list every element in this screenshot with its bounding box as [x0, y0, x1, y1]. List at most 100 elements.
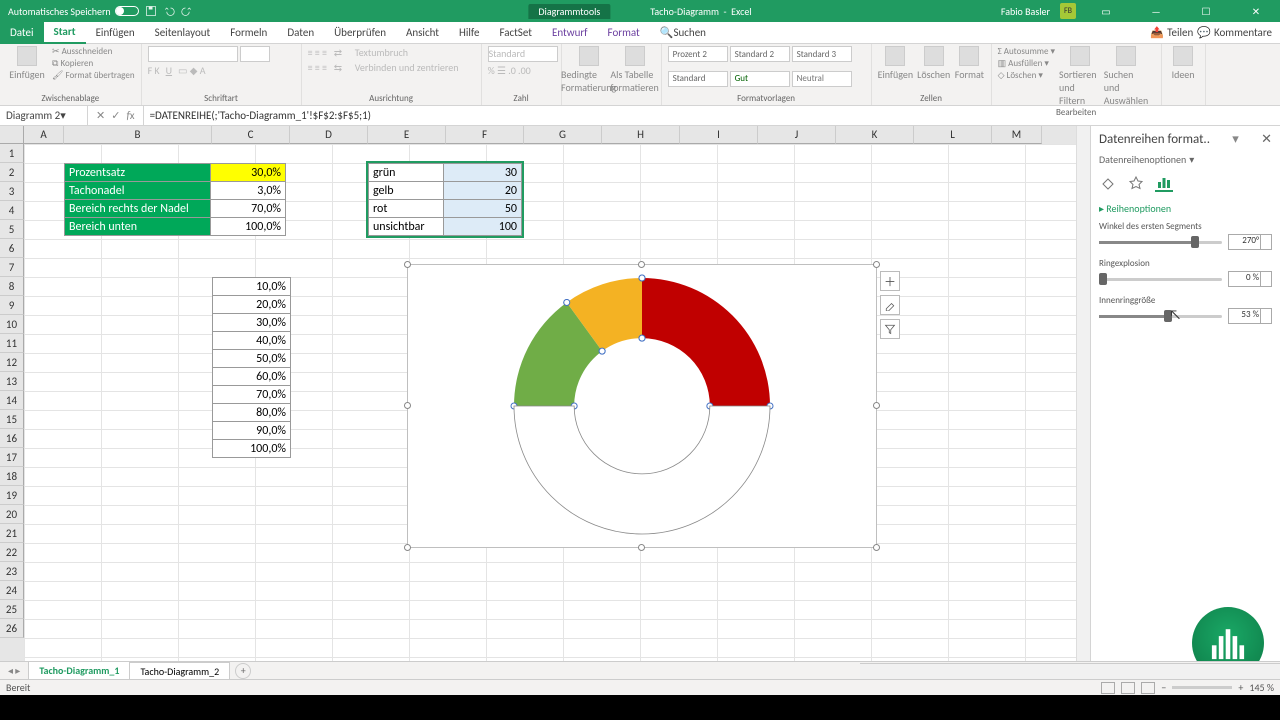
- row-header[interactable]: 10: [0, 315, 24, 334]
- row-header[interactable]: 16: [0, 429, 24, 448]
- series-options-icon[interactable]: [1155, 174, 1173, 192]
- format-cells[interactable]: Format: [954, 46, 984, 81]
- col-header[interactable]: K: [836, 126, 914, 144]
- donut-slice-rot[interactable]: [642, 278, 770, 406]
- explosion-input[interactable]: 0 %: [1228, 271, 1272, 287]
- zoom-in[interactable]: +: [1238, 681, 1243, 694]
- undo-icon[interactable]: [163, 5, 175, 17]
- row-header[interactable]: 9: [0, 296, 24, 315]
- explosion-slider[interactable]: [1099, 278, 1222, 281]
- format-painter[interactable]: 🖌 Format übertragen: [52, 70, 135, 81]
- row-header[interactable]: 24: [0, 581, 24, 600]
- col-header[interactable]: A: [24, 126, 64, 144]
- hole-slider[interactable]: [1099, 315, 1222, 318]
- percent-table[interactable]: Prozentsatz30,0%Tachonadel3,0%Bereich re…: [64, 163, 286, 236]
- col-header[interactable]: B: [64, 126, 212, 144]
- angle-slider[interactable]: [1099, 241, 1222, 244]
- col-header[interactable]: E: [368, 126, 446, 144]
- row-header[interactable]: 20: [0, 505, 24, 524]
- find-select[interactable]: Suchen und Auswählen: [1105, 46, 1147, 107]
- close-icon[interactable]: ✕: [1236, 0, 1276, 22]
- pane-subtitle[interactable]: Datenreihenoptionen ▾: [1099, 153, 1272, 166]
- tab-factset[interactable]: FactSet: [489, 22, 542, 44]
- enter-formula-icon[interactable]: ✓: [111, 109, 120, 122]
- maximize-icon[interactable]: ☐: [1186, 0, 1226, 22]
- ribbon-mode-icon[interactable]: ▭: [1086, 0, 1126, 22]
- chart-elements-button[interactable]: ＋: [880, 271, 900, 291]
- row-header[interactable]: 2: [0, 163, 24, 182]
- col-header[interactable]: C: [212, 126, 290, 144]
- donut-slice-unsichtbar[interactable]: [514, 406, 770, 534]
- chart-object[interactable]: ＋: [407, 264, 877, 548]
- row-header[interactable]: 25: [0, 600, 24, 619]
- row-header[interactable]: 4: [0, 201, 24, 220]
- row-header[interactable]: 15: [0, 410, 24, 429]
- font-select[interactable]: [148, 46, 238, 62]
- minimize-icon[interactable]: —: [1136, 0, 1176, 22]
- row-header[interactable]: 21: [0, 524, 24, 543]
- col-header[interactable]: H: [602, 126, 680, 144]
- row-header[interactable]: 11: [0, 334, 24, 353]
- col-header[interactable]: D: [290, 126, 368, 144]
- col-header[interactable]: G: [524, 126, 602, 144]
- sort-filter[interactable]: Sortieren und Filtern: [1059, 46, 1101, 107]
- tab-view[interactable]: Ansicht: [396, 22, 449, 44]
- fill[interactable]: ▥ Ausfüllen ▾: [998, 58, 1055, 69]
- fx-icon[interactable]: fx: [126, 109, 134, 122]
- col-header[interactable]: L: [914, 126, 992, 144]
- row-header[interactable]: 3: [0, 182, 24, 201]
- col-header[interactable]: M: [992, 126, 1042, 144]
- tab-start[interactable]: Start: [44, 22, 86, 44]
- zoom-out[interactable]: −: [1161, 681, 1166, 694]
- save-icon[interactable]: [145, 5, 157, 17]
- view-layout-icon[interactable]: [1121, 682, 1135, 694]
- chart-styles-button[interactable]: [880, 295, 900, 315]
- row-header[interactable]: 22: [0, 543, 24, 562]
- paste-button[interactable]: Einfügen: [6, 46, 48, 81]
- row-header[interactable]: 23: [0, 562, 24, 581]
- user-avatar[interactable]: FB: [1060, 3, 1076, 19]
- tab-file[interactable]: Datei: [0, 22, 44, 44]
- number-format[interactable]: Standard: [488, 46, 558, 62]
- cancel-formula-icon[interactable]: ✕: [96, 109, 105, 122]
- name-box[interactable]: Diagramm 2 ▾: [0, 106, 88, 125]
- row-header[interactable]: 26: [0, 619, 24, 638]
- color-table[interactable]: grün30gelb20rot50unsichtbar100: [368, 163, 522, 236]
- row-header[interactable]: 5: [0, 220, 24, 239]
- select-all-corner[interactable]: [0, 126, 24, 144]
- ideas[interactable]: Ideen: [1168, 46, 1199, 81]
- add-sheet-button[interactable]: +: [235, 663, 251, 679]
- tab-formulas[interactable]: Formeln: [220, 22, 277, 44]
- sheet-tab[interactable]: Tacho-Diagramm_2: [129, 662, 230, 680]
- row-header[interactable]: 14: [0, 391, 24, 410]
- tab-data[interactable]: Daten: [277, 22, 324, 44]
- style-cell[interactable]: Neutral: [792, 71, 852, 87]
- angle-input[interactable]: 270°: [1228, 234, 1272, 250]
- formula-input[interactable]: =DATENREIHE(;'Tacho-Diagramm_1'!$F$2:$F$…: [144, 109, 371, 122]
- tab-insert[interactable]: Einfügen: [86, 22, 145, 44]
- autosave-toggle[interactable]: Automatisches Speichern: [8, 5, 139, 18]
- row-header[interactable]: 13: [0, 372, 24, 391]
- cond-format[interactable]: Bedingte Formatierung: [568, 46, 610, 94]
- tab-help[interactable]: Hilfe: [449, 22, 489, 44]
- chart-filter-button[interactable]: [880, 319, 900, 339]
- row-header[interactable]: 12: [0, 353, 24, 372]
- fill-line-icon[interactable]: [1099, 174, 1117, 192]
- sheet-tab-active[interactable]: Tacho-Diagramm_1: [28, 661, 130, 681]
- tab-nav[interactable]: ◂ ▸: [0, 664, 28, 677]
- scale-table[interactable]: 10,0%20,0%30,0%40,0%50,0%60,0%70,0%80,0%…: [212, 277, 291, 458]
- style-cell[interactable]: Standard: [668, 71, 728, 87]
- row-header[interactable]: 8: [0, 277, 24, 296]
- horizontal-scrollbar[interactable]: [860, 663, 1280, 679]
- tab-format[interactable]: Format: [598, 22, 650, 44]
- context-tab-chart[interactable]: Diagrammtools: [528, 4, 610, 19]
- cut-button[interactable]: ✂ Ausschneiden: [52, 46, 135, 57]
- doughnut-chart[interactable]: [507, 271, 777, 541]
- autosum[interactable]: Σ Autosumme ▾: [998, 46, 1055, 57]
- clear[interactable]: ◇ Löschen ▾: [998, 70, 1055, 81]
- style-cell[interactable]: Standard 3: [792, 46, 852, 62]
- share-button[interactable]: 📤 Teilen: [1150, 26, 1193, 39]
- zoom-level[interactable]: 145 %: [1249, 681, 1274, 694]
- pane-close-icon[interactable]: ✕: [1261, 132, 1272, 147]
- row-header[interactable]: 19: [0, 486, 24, 505]
